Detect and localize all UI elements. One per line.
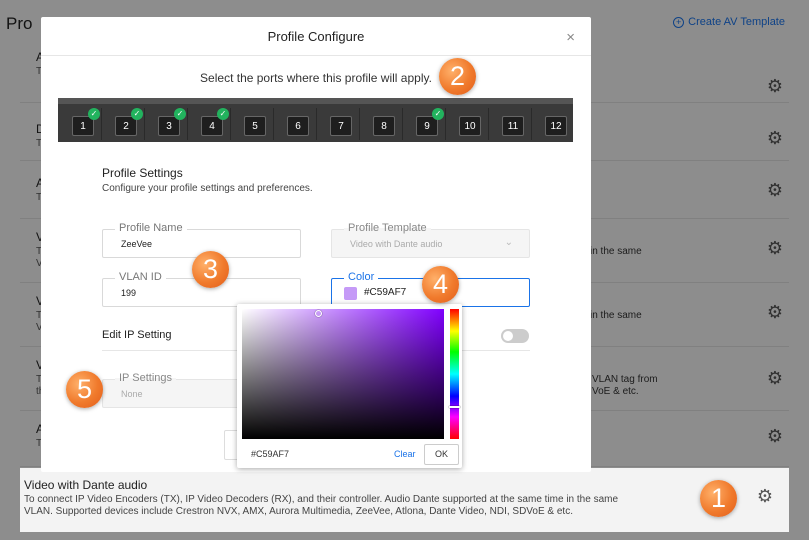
check-icon: ✓ [88,108,100,120]
check-icon: ✓ [131,108,143,120]
port-10[interactable]: 10 [449,108,489,140]
port-11[interactable]: 11 [492,108,532,140]
port-4[interactable]: 4 ✓ [191,108,231,140]
field-label: VLAN ID [115,271,166,283]
section-subtitle: Configure your profile settings and pref… [102,183,313,194]
field-value: ZeeVee [121,239,153,249]
callout-badge-5: 5 [66,371,103,408]
gear-icon[interactable]: ⚙ [757,486,773,507]
callout-badge-2: 2 [439,58,476,95]
port-label: 5 [244,116,266,136]
port-12[interactable]: 12 [535,108,574,140]
row-desc-2: VLAN. Supported devices include Crestron… [24,506,573,517]
hue-slider[interactable] [450,309,459,439]
picker-hex-value: #C59AF7 [251,449,290,459]
field-value: #C59AF7 [364,287,407,298]
field-label: Profile Template [344,222,431,234]
divider [41,55,591,56]
close-icon[interactable]: × [566,29,575,46]
port-label: 6 [287,116,309,136]
saturation-panel[interactable] [242,309,444,439]
port-9[interactable]: 9 ✓ [406,108,446,140]
port-5[interactable]: 5 [234,108,274,140]
port-label: 10 [459,116,481,136]
port-2[interactable]: 2 ✓ [105,108,145,140]
callout-badge-3: 3 [192,251,229,288]
callout-badge-4: 4 [422,266,459,303]
field-value: 199 [121,288,137,298]
field-label: IP Settings [115,372,176,384]
hue-slider-handle[interactable] [449,406,460,408]
ok-button[interactable]: OK [424,444,459,465]
port-6[interactable]: 6 [277,108,317,140]
port-label: 11 [502,116,524,136]
port-8[interactable]: 8 [363,108,403,140]
profile-row-video-dante[interactable]: Video with Dante audio To connect IP Vid… [20,468,789,532]
field-value: None [121,389,143,399]
chevron-down-icon: ⌄ [504,237,513,248]
field-label: Profile Name [115,222,187,234]
edit-ip-toggle[interactable] [501,329,529,343]
check-icon: ✓ [432,108,444,120]
color-picker-popup: #C59AF7 Clear OK [237,304,462,468]
port-caption: Select the ports where this profile will… [200,71,432,85]
port-label: 7 [330,116,352,136]
field-label: Color [344,271,379,283]
modal-title: Profile Configure [267,29,365,44]
color-swatch[interactable] [344,287,357,300]
port-label: 12 [545,116,567,136]
port-label: 8 [373,116,395,136]
port-3[interactable]: 3 ✓ [148,108,188,140]
callout-badge-1: 1 [700,480,737,517]
profile-template-select[interactable]: Profile Template Video with Dante audio … [331,222,530,258]
check-icon: ✓ [174,108,186,120]
check-icon: ✓ [217,108,229,120]
section-title: Profile Settings [102,166,183,180]
field-value: Video with Dante audio [350,239,443,249]
port-7[interactable]: 7 [320,108,360,140]
row-title: Video with Dante audio [24,478,148,492]
toggle-knob [503,331,513,341]
clear-button[interactable]: Clear [394,449,416,459]
saturation-cursor[interactable] [315,310,322,317]
port-1[interactable]: 1 ✓ [62,108,102,140]
row-desc: To connect IP Video Encoders (TX), IP Vi… [24,494,619,505]
edit-ip-setting-label: Edit IP Setting [102,329,172,341]
switch-port-panel: 1 ✓ 2 ✓ 3 ✓ 4 ✓ 5 6 7 8 9 ✓ 10 11 12 [58,98,573,142]
